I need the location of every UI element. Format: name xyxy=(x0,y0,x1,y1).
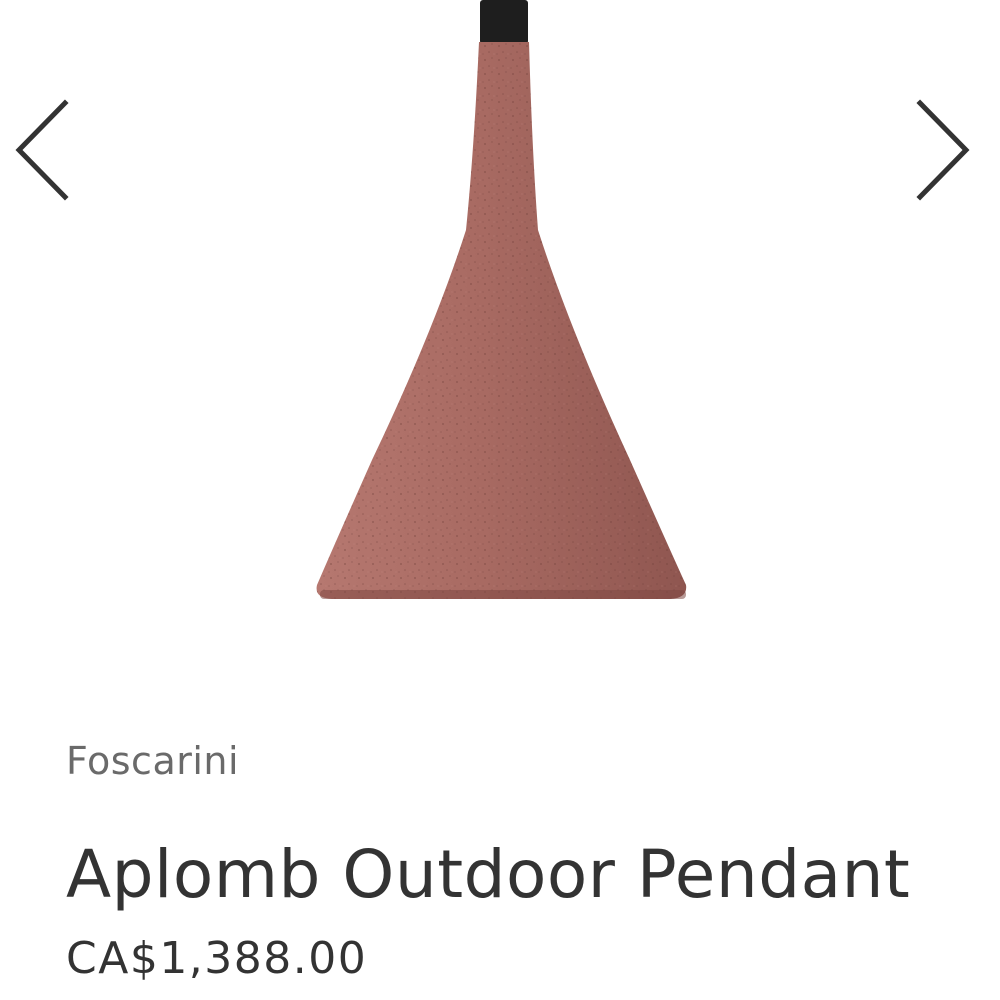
product-title: Aplomb Outdoor Pendant xyxy=(66,836,911,913)
chevron-right-icon xyxy=(916,99,970,201)
product-image[interactable] xyxy=(300,0,700,620)
pendant-lamp-image xyxy=(316,0,687,599)
product-gallery xyxy=(0,0,1000,690)
product-price: CA$1,388.00 xyxy=(66,933,368,984)
chevron-left-icon xyxy=(15,99,69,201)
gallery-prev-button[interactable] xyxy=(5,95,75,205)
product-brand[interactable]: Foscarini xyxy=(66,735,239,787)
gallery-next-button[interactable] xyxy=(910,95,980,205)
lamp-cord xyxy=(480,0,528,44)
